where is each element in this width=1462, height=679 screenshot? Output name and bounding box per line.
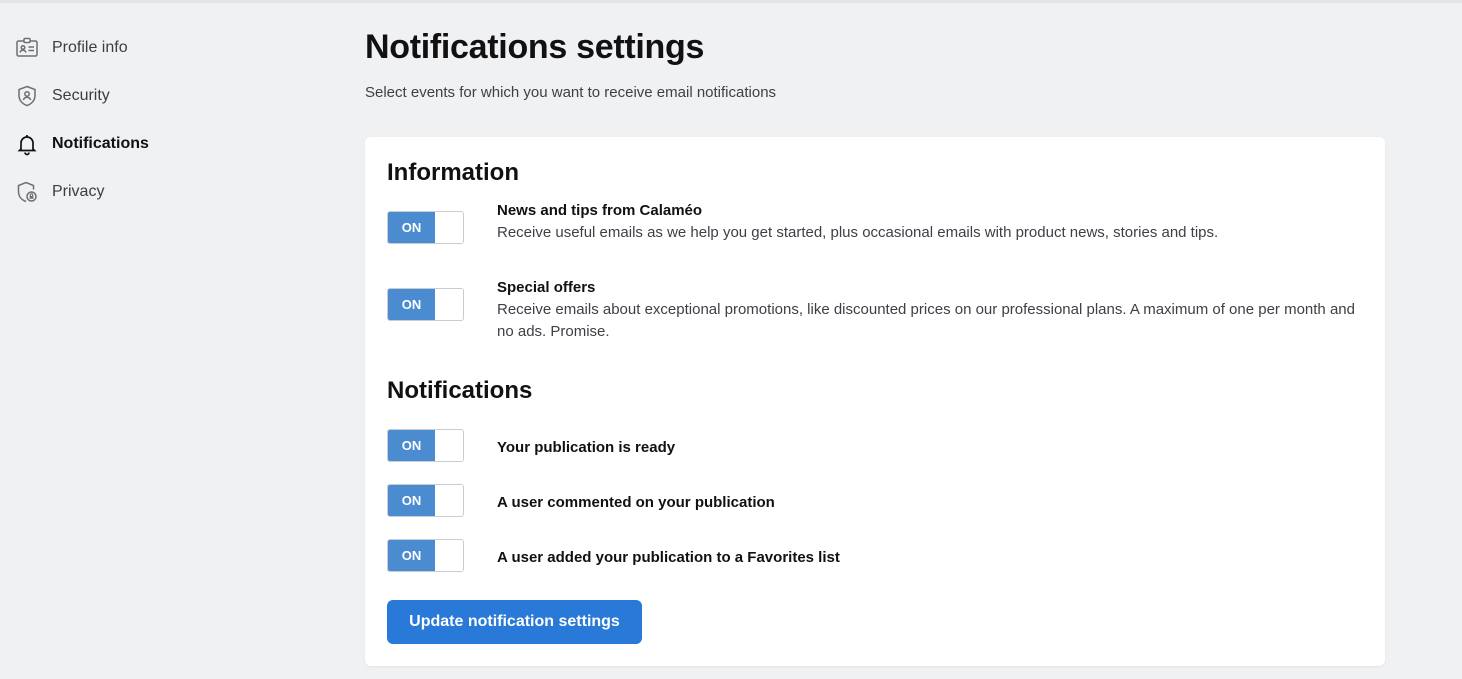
toggle-on-label: ON <box>388 289 435 320</box>
option-title: Special offers <box>497 279 596 296</box>
option-description: Receive useful emails as we help you get… <box>497 224 1219 241</box>
shield-icon <box>15 84 39 108</box>
sidebar-item-label: Profile info <box>52 39 128 56</box>
toggle-knob <box>435 430 463 461</box>
sidebar-item-profile-info[interactable]: Profile info <box>0 24 300 72</box>
option-user-commented: A user commented on your publication <box>497 492 1361 514</box>
toggle-knob <box>435 540 463 571</box>
toggle-user-commented[interactable]: ON <box>387 484 464 517</box>
toggle-added-to-favorites[interactable]: ON <box>387 539 464 572</box>
id-card-icon <box>15 36 39 60</box>
option-title: Your publication is ready <box>497 439 676 456</box>
section-title-information: Information <box>387 159 519 186</box>
option-description: Receive emails about exceptional promoti… <box>497 301 1355 340</box>
sidebar-item-label: Security <box>52 87 110 104</box>
bell-icon <box>15 132 39 156</box>
toggle-knob <box>435 212 463 243</box>
option-publication-ready: Your publication is ready <box>497 437 1361 459</box>
toggle-on-label: ON <box>388 212 435 243</box>
sidebar-item-label: Privacy <box>52 183 105 200</box>
toggle-knob <box>435 289 463 320</box>
settings-sidebar: Profile info Security Notifications Priv… <box>0 24 300 216</box>
sidebar-item-notifications[interactable]: Notifications <box>0 120 300 168</box>
toggle-special-offers[interactable]: ON <box>387 288 464 321</box>
option-title: A user added your publication to a Favor… <box>497 549 840 566</box>
shield-lock-icon <box>15 180 39 204</box>
toggle-on-label: ON <box>388 540 435 571</box>
sidebar-item-privacy[interactable]: Privacy <box>0 168 300 216</box>
sidebar-item-label: Notifications <box>52 135 149 152</box>
option-title: News and tips from Calaméo <box>497 202 703 219</box>
toggle-news-and-tips[interactable]: ON <box>387 211 464 244</box>
page-subtitle: Select events for which you want to rece… <box>365 84 777 101</box>
update-notification-settings-button[interactable]: Update notification settings <box>387 600 642 644</box>
section-title-notifications: Notifications <box>387 377 533 404</box>
notifications-card: Information ON News and tips from Calamé… <box>365 137 1385 666</box>
option-title: A user commented on your publication <box>497 494 775 511</box>
toggle-on-label: ON <box>388 430 435 461</box>
page-title: Notifications settings <box>365 28 705 66</box>
option-added-to-favorites: A user added your publication to a Favor… <box>497 547 1361 569</box>
toggle-on-label: ON <box>388 485 435 516</box>
option-special-offers: Special offers Receive emails about exce… <box>497 277 1361 343</box>
toggle-knob <box>435 485 463 516</box>
option-news-and-tips: News and tips from Calaméo Receive usefu… <box>497 200 1361 244</box>
top-divider <box>0 0 1462 3</box>
sidebar-item-security[interactable]: Security <box>0 72 300 120</box>
toggle-publication-ready[interactable]: ON <box>387 429 464 462</box>
